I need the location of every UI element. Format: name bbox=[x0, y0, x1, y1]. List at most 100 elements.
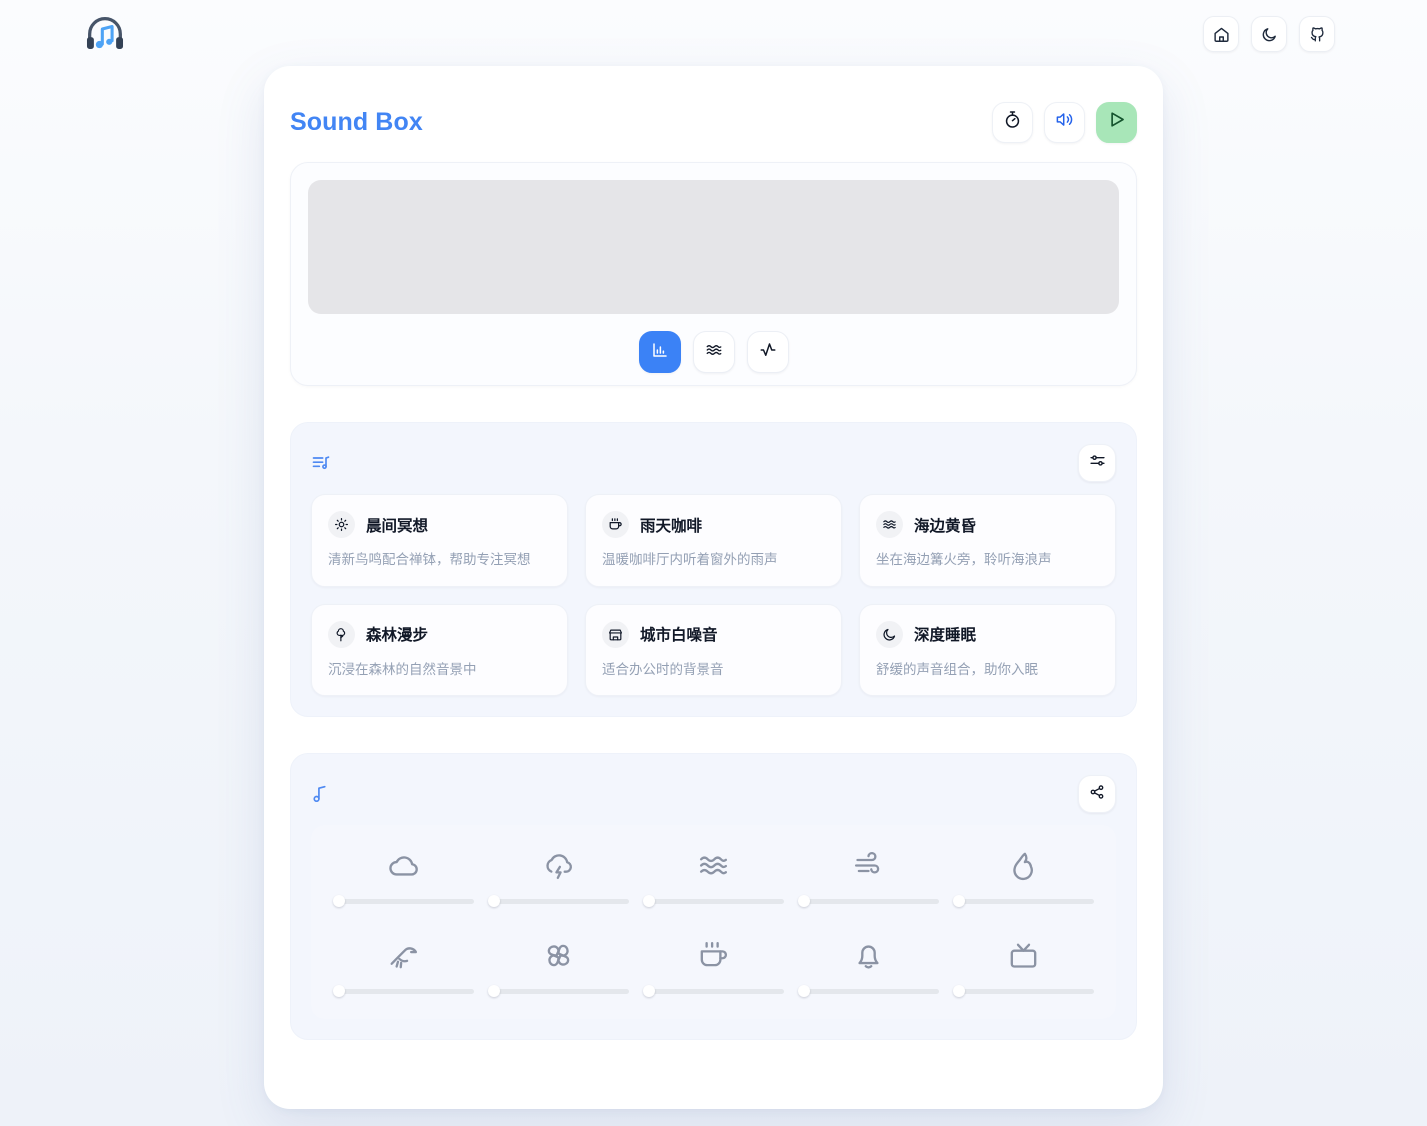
slider-thumb[interactable] bbox=[643, 895, 655, 908]
preset-grid: 晨间冥想 清新鸟鸣配合禅钵，帮助专注冥想 雨天咖啡 温暖咖啡厅内听着窗外的雨声 bbox=[311, 494, 1116, 697]
volume-slider[interactable] bbox=[798, 895, 939, 908]
waves-icon[interactable] bbox=[697, 845, 730, 885]
home-button[interactable] bbox=[1203, 16, 1239, 52]
mixer-grid bbox=[333, 845, 1094, 998]
tv-icon[interactable] bbox=[1007, 935, 1040, 975]
volume-slider[interactable] bbox=[333, 895, 474, 908]
slider-track bbox=[333, 989, 474, 995]
mixer-item-cafe bbox=[643, 935, 784, 998]
slider-track bbox=[643, 899, 784, 905]
preset-description: 温暖咖啡厅内听着窗外的雨声 bbox=[602, 552, 778, 567]
presets-section-header bbox=[311, 443, 1116, 483]
preset-card[interactable]: 雨天咖啡 温暖咖啡厅内听着窗外的雨声 bbox=[585, 494, 842, 587]
mixer-section-header bbox=[311, 774, 1116, 814]
preset-card-head: 雨天咖啡 bbox=[602, 511, 825, 538]
coffee-icon[interactable] bbox=[697, 935, 730, 975]
slider-thumb[interactable] bbox=[333, 985, 345, 998]
mixer-item-tv bbox=[953, 935, 1094, 998]
app-logo[interactable] bbox=[82, 11, 128, 57]
timer-button[interactable] bbox=[992, 101, 1033, 143]
slider-thumb[interactable] bbox=[488, 895, 500, 908]
wind-icon[interactable] bbox=[852, 845, 885, 885]
presets-section: 晨间冥想 清新鸟鸣配合禅钵，帮助专注冥想 雨天咖啡 温暖咖啡厅内听着窗外的雨声 bbox=[290, 422, 1137, 718]
page-title: Sound Box bbox=[290, 107, 423, 136]
cloud-icon[interactable] bbox=[387, 845, 420, 885]
slider-track bbox=[798, 989, 939, 995]
bell-icon[interactable] bbox=[852, 935, 885, 975]
mixer-item-waves bbox=[643, 845, 784, 908]
theme-toggle-button[interactable] bbox=[1251, 16, 1287, 52]
panel-header: Sound Box bbox=[290, 92, 1137, 152]
volume-icon bbox=[1055, 110, 1074, 134]
bar-chart-icon bbox=[651, 341, 669, 364]
mixer-item-fan bbox=[488, 935, 629, 998]
volume-slider[interactable] bbox=[643, 895, 784, 908]
slider-thumb[interactable] bbox=[333, 895, 345, 908]
volume-button[interactable] bbox=[1044, 101, 1085, 143]
bird-icon[interactable] bbox=[387, 935, 420, 975]
github-icon bbox=[1309, 26, 1326, 43]
moon-icon bbox=[876, 620, 903, 648]
visualizer-card bbox=[290, 162, 1137, 386]
visualizer-canvas[interactable] bbox=[308, 180, 1119, 314]
github-link-button[interactable] bbox=[1299, 16, 1335, 52]
preset-card[interactable]: 深度睡眠 舒缓的声音组合，助你入眠 bbox=[859, 603, 1116, 697]
preset-name: 雨天咖啡 bbox=[640, 517, 703, 535]
mixer-grid-wrap bbox=[311, 825, 1116, 1020]
volume-slider[interactable] bbox=[488, 985, 629, 998]
mixer-item-wind bbox=[798, 845, 939, 908]
slider-thumb[interactable] bbox=[953, 895, 965, 908]
preset-description: 适合办公时的背景音 bbox=[602, 661, 724, 677]
preset-card[interactable]: 晨间冥想 清新鸟鸣配合禅钵，帮助专注冥想 bbox=[311, 494, 568, 587]
mixer-item-cloud bbox=[333, 845, 474, 908]
waves-icon bbox=[876, 511, 903, 538]
volume-slider[interactable] bbox=[953, 895, 1094, 908]
bar-mode-button[interactable] bbox=[638, 331, 681, 373]
preset-card[interactable]: 城市白噪音 适合办公时的背景音 bbox=[585, 603, 842, 697]
slider-thumb[interactable] bbox=[798, 985, 810, 998]
preset-description: 舒缓的声音组合，助你入眠 bbox=[876, 661, 1038, 677]
preset-name: 森林漫步 bbox=[366, 627, 429, 645]
visualizer-mode-switch bbox=[308, 331, 1119, 373]
mixer-item-bird bbox=[333, 935, 474, 998]
sound-box-panel: Sound Box 晨间冥想 清新鸟鸣配合禅钵，帮助专注冥想 雨天咖啡 温暖咖啡… bbox=[264, 66, 1163, 1109]
topbar bbox=[0, 0, 1427, 68]
slider-thumb[interactable] bbox=[488, 985, 500, 998]
sun-icon bbox=[328, 511, 355, 538]
volume-slider[interactable] bbox=[488, 895, 629, 908]
preset-description: 清新鸟鸣配合禅钵，帮助专注冥想 bbox=[328, 552, 531, 567]
slider-track bbox=[333, 899, 474, 905]
slider-track bbox=[643, 989, 784, 995]
preset-description: 沉浸在森林的自然音景中 bbox=[328, 661, 477, 677]
share-button[interactable] bbox=[1078, 775, 1116, 814]
slider-track bbox=[798, 899, 939, 905]
activity-icon bbox=[759, 341, 777, 364]
list-music-icon bbox=[311, 453, 331, 473]
slider-thumb[interactable] bbox=[798, 895, 810, 908]
fan-icon[interactable] bbox=[542, 935, 575, 975]
slider-thumb[interactable] bbox=[953, 985, 965, 998]
volume-slider[interactable] bbox=[798, 985, 939, 998]
mixer-item-fire bbox=[953, 845, 1094, 908]
flame-icon[interactable] bbox=[1007, 845, 1040, 885]
volume-slider[interactable] bbox=[333, 985, 474, 998]
slider-thumb[interactable] bbox=[643, 985, 655, 998]
preset-card[interactable]: 海边黄昏 坐在海边篝火旁，聆听海浪声 bbox=[859, 494, 1116, 587]
topbar-actions bbox=[1203, 16, 1335, 52]
preset-card[interactable]: 森林漫步 沉浸在森林的自然音景中 bbox=[311, 603, 568, 697]
pulse-mode-button[interactable] bbox=[746, 331, 789, 373]
panel-header-actions bbox=[992, 101, 1137, 143]
home-icon bbox=[1213, 26, 1230, 43]
preset-settings-button[interactable] bbox=[1078, 444, 1116, 482]
preset-name: 深度睡眠 bbox=[914, 627, 977, 645]
wave-mode-button[interactable] bbox=[692, 331, 735, 373]
slider-track bbox=[488, 899, 629, 905]
volume-slider[interactable] bbox=[953, 985, 1094, 998]
cloud-lightning-icon[interactable] bbox=[542, 845, 575, 885]
play-button[interactable] bbox=[1096, 101, 1137, 143]
mixer-section bbox=[290, 753, 1137, 1041]
music-note-icon bbox=[311, 784, 331, 804]
sliders-icon bbox=[1089, 452, 1106, 474]
preset-card-head: 海边黄昏 bbox=[876, 511, 1099, 538]
volume-slider[interactable] bbox=[643, 985, 784, 998]
